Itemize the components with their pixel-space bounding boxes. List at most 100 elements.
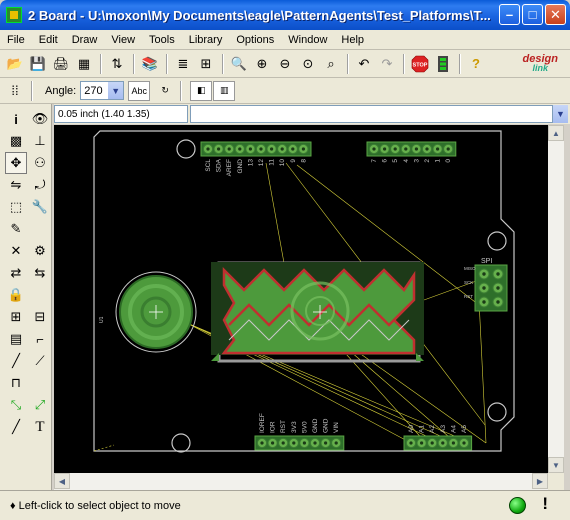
header-pin-label: 3 bbox=[413, 159, 420, 163]
schematic-switch-icon[interactable]: ⇅ bbox=[106, 53, 128, 75]
angle-select[interactable]: 270 ▼ bbox=[80, 81, 125, 100]
board-canvas[interactable]: SCL SDA AREF GND 13 12 11 10 9 8 76543210 IOREF IO… bbox=[54, 125, 548, 473]
spi-pin-sck: SCK bbox=[464, 280, 473, 285]
move-icon[interactable]: ✥ bbox=[5, 152, 27, 174]
change-icon[interactable]: 🔧 bbox=[29, 196, 51, 218]
minimize-button[interactable]: – bbox=[499, 4, 520, 25]
scroll-left-icon[interactable]: ◀ bbox=[54, 473, 70, 489]
command-input[interactable] bbox=[190, 105, 553, 123]
header-pin-label: 2 bbox=[424, 159, 431, 163]
parameter-toolbar: ⁞⁞ Angle: 270 ▼ Abc ↻ ◧ ▥ bbox=[0, 78, 570, 104]
save-icon[interactable]: 💾 bbox=[27, 53, 49, 75]
delete-icon[interactable]: ✕ bbox=[5, 240, 27, 262]
redo-icon[interactable]: ↷ bbox=[376, 53, 398, 75]
spin-icon[interactable]: Abc bbox=[128, 80, 151, 101]
header-pin-label: 4 bbox=[403, 159, 410, 163]
optimize-icon[interactable]: ⟋ bbox=[29, 350, 51, 372]
replace-icon[interactable]: ⇄ bbox=[5, 262, 27, 284]
go-icon[interactable] bbox=[432, 53, 454, 75]
meander-icon[interactable]: ⊓ bbox=[5, 372, 27, 394]
status-led-icon bbox=[509, 497, 526, 514]
stop-icon[interactable]: STOP bbox=[409, 53, 431, 75]
menu-draw[interactable]: Draw bbox=[65, 34, 105, 46]
menu-file[interactable]: File bbox=[0, 34, 32, 46]
board-svg[interactable]: SCL SDA AREF GND 13 12 11 10 9 8 76543210 IOREF IO… bbox=[54, 125, 548, 473]
zoom-fit-icon[interactable]: 🔍 bbox=[228, 53, 250, 75]
text-icon[interactable]: T bbox=[29, 416, 51, 438]
header-pin-label: IOREF bbox=[259, 413, 266, 433]
display-icon[interactable]: ▩ bbox=[5, 130, 27, 152]
scroll-down-icon[interactable]: ▼ bbox=[548, 457, 564, 473]
header-pin-label: 3V3 bbox=[291, 421, 298, 433]
title-bar: 2 Board - U:\moxon\My Documents\eagle\Pa… bbox=[0, 0, 570, 30]
print-icon[interactable]: 🖨 bbox=[50, 53, 72, 75]
angle-label: Angle: bbox=[45, 84, 77, 97]
smash-icon[interactable]: ▤ bbox=[5, 328, 27, 350]
name-icon[interactable]: ⊞ bbox=[5, 306, 27, 328]
copy-icon[interactable]: ⚇ bbox=[29, 152, 51, 174]
open-icon[interactable]: 📂 bbox=[4, 53, 26, 75]
pinswap-icon[interactable]: ⇆ bbox=[29, 262, 51, 284]
menu-tools[interactable]: Tools bbox=[142, 34, 182, 46]
status-message-text: Left-click to select object to move bbox=[18, 499, 181, 512]
mark-icon[interactable]: ⊥ bbox=[29, 130, 51, 152]
menu-view[interactable]: View bbox=[104, 34, 142, 46]
zoom-select-icon[interactable]: ⌕ bbox=[320, 53, 342, 75]
layout-b-icon[interactable]: ▥ bbox=[213, 80, 236, 101]
paste-icon[interactable]: ✎ bbox=[5, 218, 27, 240]
main-toolbar: 📂 💾 🖨 ▦ ⇅ 📚 ≣ ⊞ 🔍 ⊕ ⊖ ⊙ ⌕ ↶ ↷ STOP ? des… bbox=[0, 50, 570, 78]
miter-icon[interactable]: ⌐ bbox=[29, 328, 51, 350]
design-link-logo[interactable]: design link bbox=[523, 53, 558, 73]
vertical-scrollbar[interactable]: ▲ ▼ bbox=[548, 125, 564, 473]
command-toolbox: i 👁 ▩ ⊥ ✥ ⚇ ⇋ ⤾ ⬚ 🔧 ✎ ✕ ⚙ ⇄ ⇆ 🔒 ⊞ ⊟ ▤ ⌐ … bbox=[0, 104, 52, 490]
library-icon[interactable]: 📚 bbox=[139, 53, 161, 75]
script-icon[interactable]: ≣ bbox=[172, 53, 194, 75]
round-pad: U1 bbox=[99, 271, 197, 353]
value-icon[interactable]: ⊟ bbox=[29, 306, 51, 328]
svg-text:U1: U1 bbox=[99, 316, 105, 323]
menu-help[interactable]: Help bbox=[334, 34, 371, 46]
scroll-right-icon[interactable]: ▶ bbox=[532, 473, 548, 489]
header-pin-label: 12 bbox=[258, 159, 265, 167]
undo-icon[interactable]: ↶ bbox=[353, 53, 375, 75]
blank3-icon[interactable] bbox=[29, 372, 51, 394]
ripup-icon[interactable]: ⤢ bbox=[29, 394, 51, 416]
menu-options[interactable]: Options bbox=[229, 34, 281, 46]
exclamation-icon[interactable]: ! bbox=[542, 494, 548, 514]
add-icon[interactable]: ⚙ bbox=[29, 240, 51, 262]
blank-icon[interactable] bbox=[29, 218, 51, 240]
coordinate-readout: 0.05 inch (1.40 1.35) bbox=[54, 105, 188, 123]
header-pin-label: 9 bbox=[290, 159, 297, 163]
blank2-icon[interactable] bbox=[29, 284, 51, 306]
show-icon[interactable]: 👁 bbox=[29, 108, 51, 130]
horizontal-scrollbar[interactable]: ◀ ▶ bbox=[54, 473, 548, 490]
zoom-in-icon[interactable]: ⊕ bbox=[251, 53, 273, 75]
mirror-tool-icon[interactable]: ⇋ bbox=[5, 174, 27, 196]
scroll-up-icon[interactable]: ▲ bbox=[548, 125, 564, 141]
mirror-icon[interactable]: ↻ bbox=[154, 81, 176, 101]
lock-icon[interactable]: 🔒 bbox=[5, 284, 27, 306]
maximize-button[interactable]: □ bbox=[522, 4, 543, 25]
layout-a-icon[interactable]: ◧ bbox=[190, 80, 213, 101]
info-icon[interactable]: i bbox=[5, 108, 27, 130]
grid-icon[interactable]: ⁞⁞ bbox=[4, 80, 26, 102]
zoom-redraw-icon[interactable]: ⊙ bbox=[297, 53, 319, 75]
wire-icon[interactable]: ╱ bbox=[5, 416, 27, 438]
zoom-out-icon[interactable]: ⊖ bbox=[274, 53, 296, 75]
menu-library[interactable]: Library bbox=[182, 34, 230, 46]
close-button[interactable]: ✕ bbox=[545, 4, 566, 25]
split-icon[interactable]: ╱ bbox=[5, 350, 27, 372]
group-icon[interactable]: ⬚ bbox=[5, 196, 27, 218]
menu-window[interactable]: Window bbox=[281, 34, 334, 46]
header-pin-label: A2 bbox=[429, 425, 436, 433]
cam-icon[interactable]: ▦ bbox=[73, 53, 95, 75]
ulp-icon[interactable]: ⊞ bbox=[195, 53, 217, 75]
route-icon[interactable]: ⤡ bbox=[5, 394, 27, 416]
brand-bottom: link bbox=[532, 62, 549, 73]
menu-edit[interactable]: Edit bbox=[32, 34, 65, 46]
rotate-icon[interactable]: ⤾ bbox=[29, 174, 51, 196]
chevron-down-icon[interactable]: ▼ bbox=[553, 105, 568, 123]
chevron-down-icon[interactable]: ▼ bbox=[108, 82, 124, 99]
header-pin-label: A3 bbox=[440, 425, 447, 433]
help-icon[interactable]: ? bbox=[465, 53, 487, 75]
